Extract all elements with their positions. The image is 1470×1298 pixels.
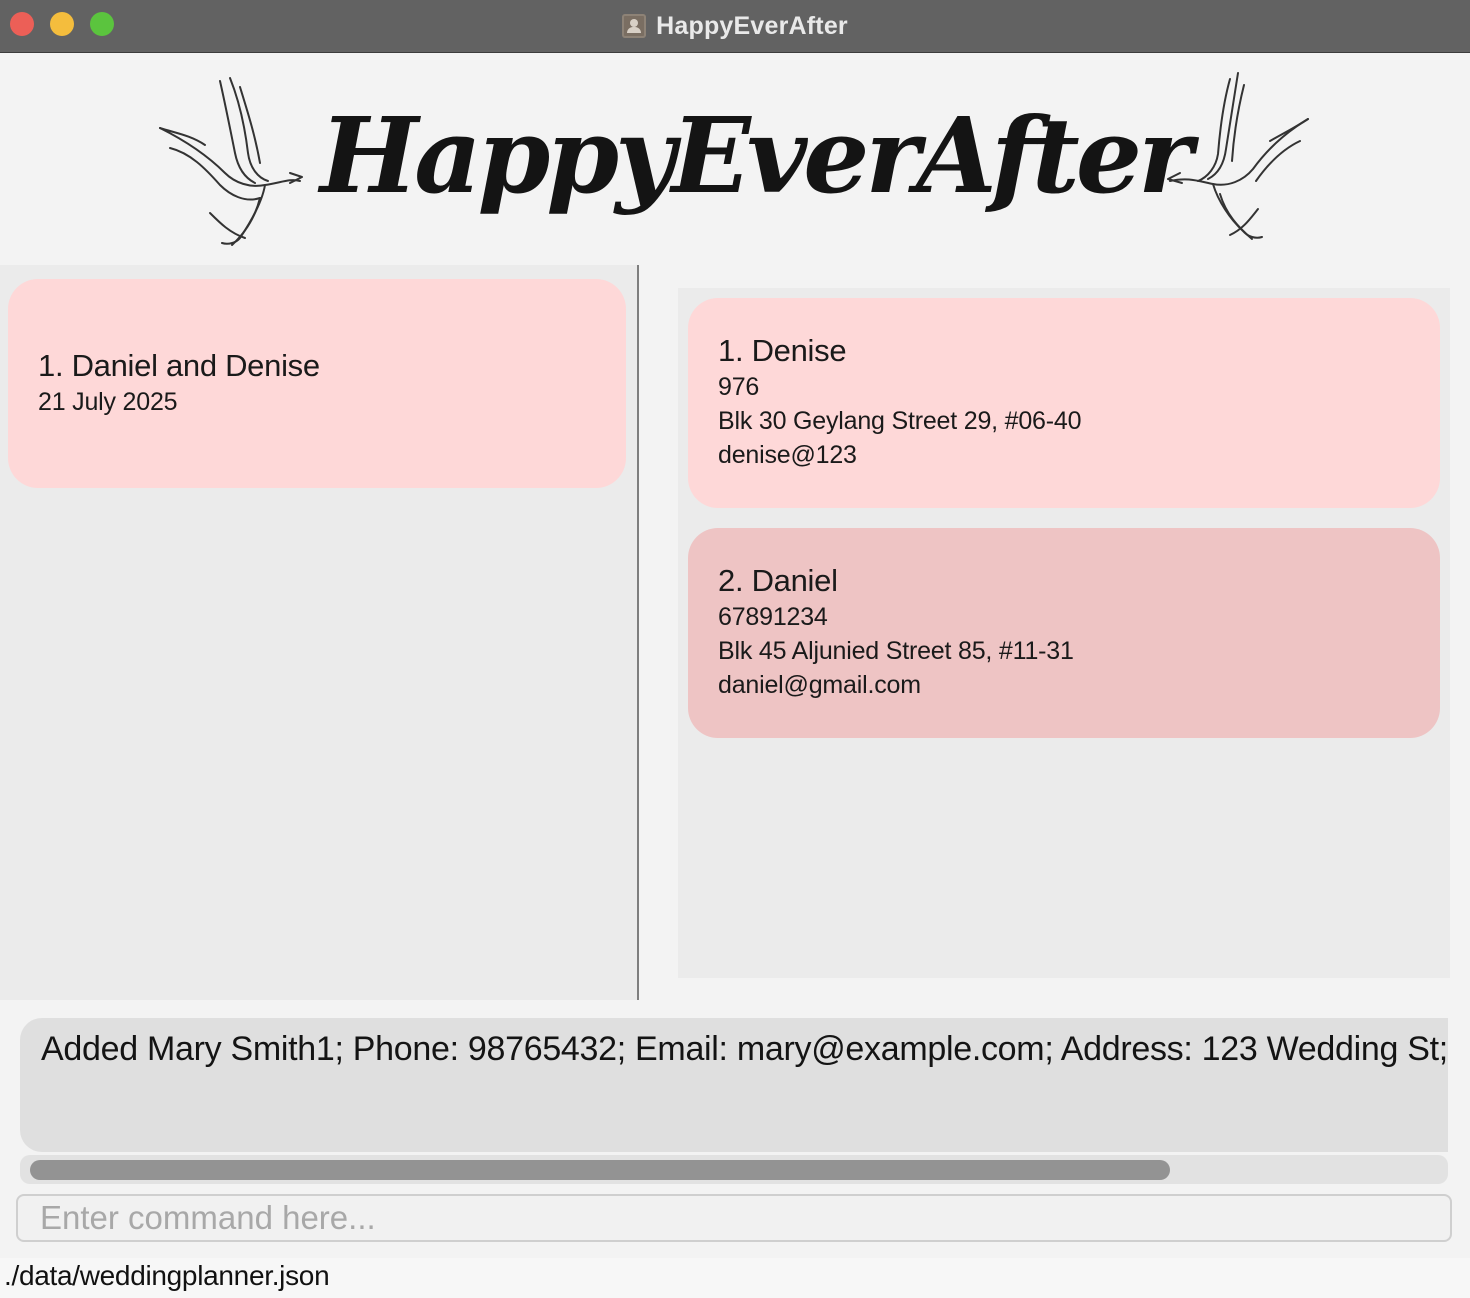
- dove-left-icon: [159, 77, 303, 246]
- window-title-group: HappyEverAfter: [0, 0, 1470, 52]
- person-card-selected[interactable]: 2. Daniel 67891234 Blk 45 Aljunied Stree…: [688, 528, 1440, 738]
- result-display[interactable]: Added Mary Smith1; Phone: 98765432; Emai…: [20, 1018, 1448, 1152]
- person-email: denise@123: [718, 441, 857, 469]
- save-file-path: ./data/weddingplanner.json: [4, 1260, 330, 1291]
- person-phone: 67891234: [718, 603, 828, 631]
- result-message: Added Mary Smith1; Phone: 98765432; Emai…: [41, 1030, 1448, 1068]
- command-input[interactable]: [16, 1194, 1452, 1242]
- person-address: Blk 45 Aljunied Street 85, #11-31: [718, 637, 1074, 665]
- status-bar: ./data/weddingplanner.json: [0, 1258, 1470, 1298]
- banner-logo-text: HappyEverAfter: [320, 94, 1193, 217]
- person-phone: 976: [718, 373, 760, 401]
- panel-divider[interactable]: [637, 265, 639, 1000]
- title-bar: HappyEverAfter: [0, 0, 1470, 53]
- app-window: HappyEverAfter HappyEverAfter 1. Daniel …: [0, 0, 1470, 1298]
- person-name: 2. Daniel: [718, 563, 838, 598]
- person-address: Blk 30 Geylang Street 29, #06-40: [718, 407, 1082, 435]
- dove-right-icon: [1167, 72, 1309, 240]
- window-title: HappyEverAfter: [656, 11, 848, 40]
- scrollbar-thumb[interactable]: [30, 1160, 1170, 1180]
- wedding-date: 21 July 2025: [38, 388, 178, 416]
- person-card[interactable]: 1. Denise 976 Blk 30 Geylang Street 29, …: [688, 298, 1440, 508]
- banner: HappyEverAfter: [0, 53, 1470, 263]
- wedding-card[interactable]: 1. Daniel and Denise 21 July 2025: [8, 279, 626, 488]
- wedding-title: 1. Daniel and Denise: [38, 348, 320, 383]
- result-horizontal-scrollbar[interactable]: [20, 1155, 1448, 1184]
- person-email: daniel@gmail.com: [718, 671, 921, 699]
- person-name: 1. Denise: [718, 333, 847, 368]
- address-book-icon: [622, 14, 647, 38]
